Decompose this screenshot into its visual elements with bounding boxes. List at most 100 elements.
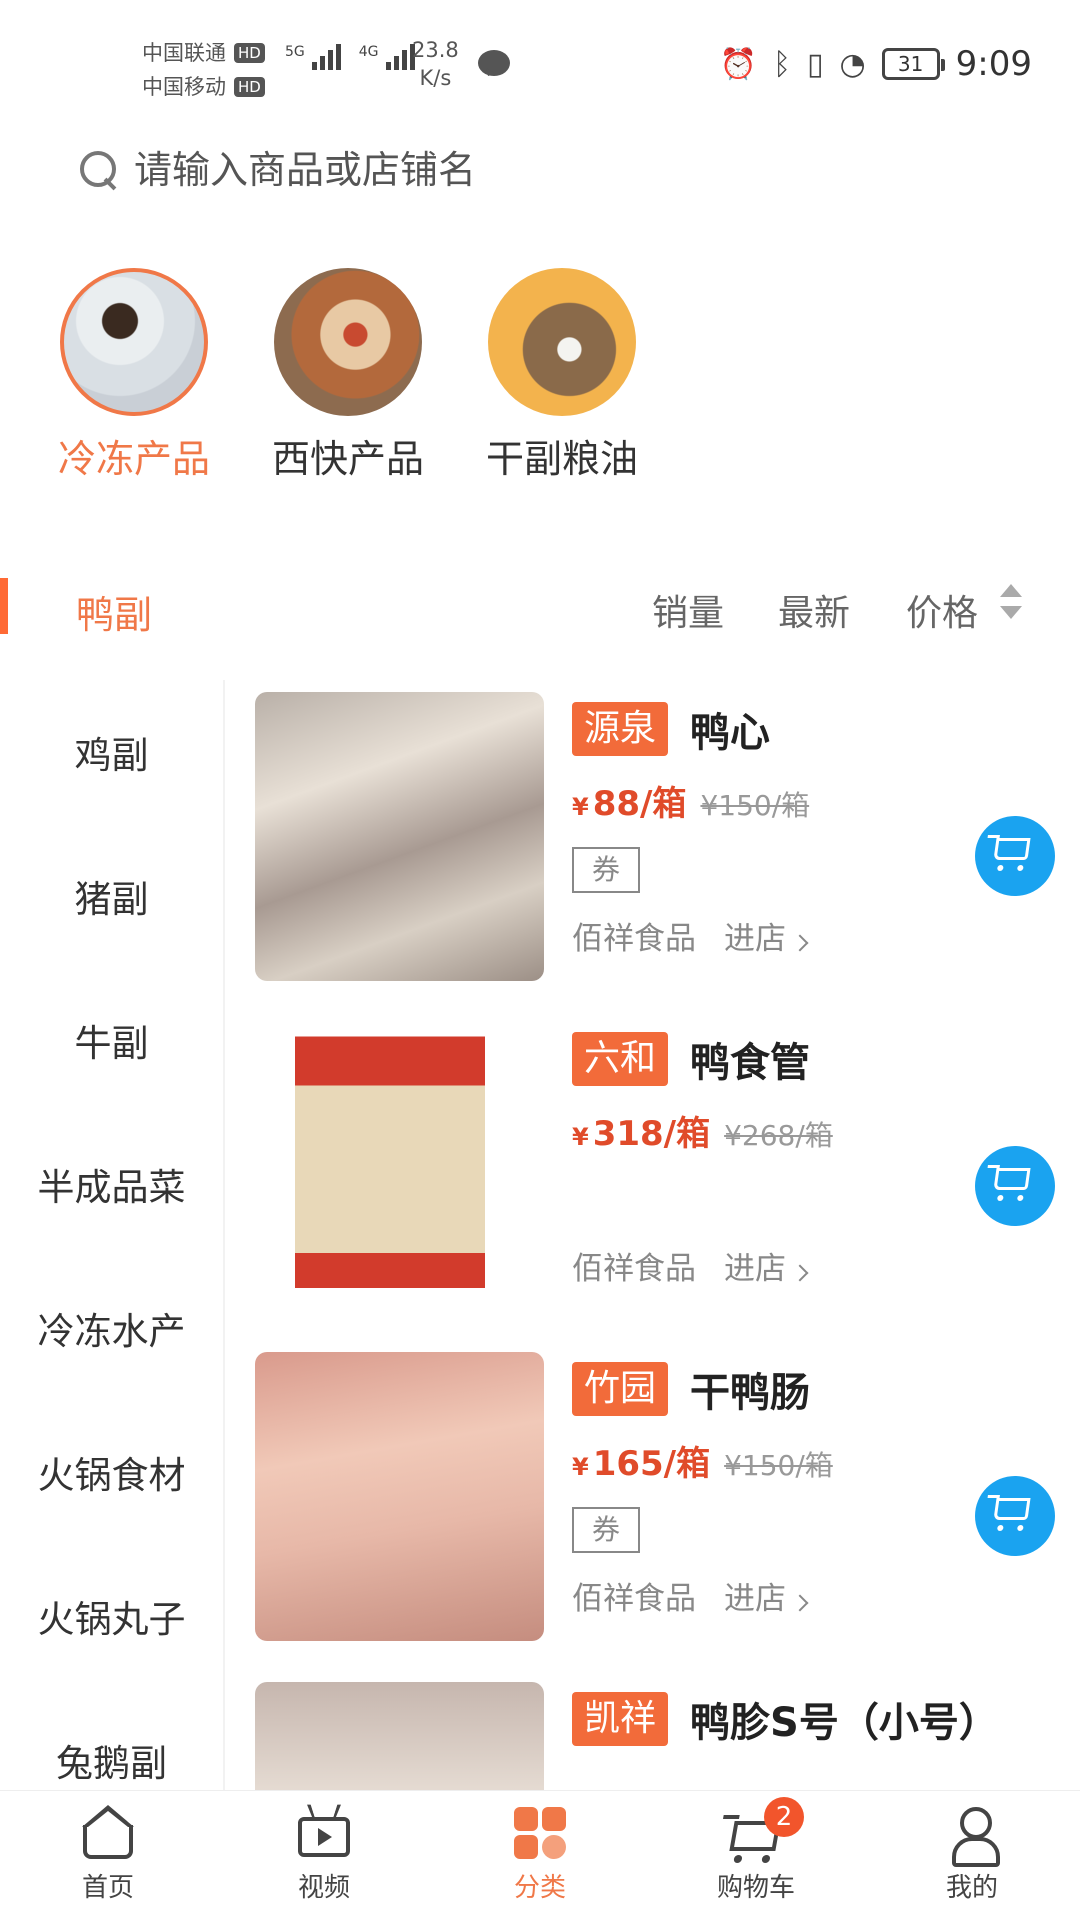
original-price: ¥150/箱 (724, 1449, 833, 1482)
shop-name[interactable]: 佰祥食品 (572, 913, 696, 958)
carrier-1: 中国联通 (142, 41, 226, 65)
sidebar-item-hotpot-ingredients[interactable]: 火锅食材 (0, 1400, 223, 1544)
search-icon (78, 149, 120, 191)
carrier-info: 中国联通 HD 中国移动 HD (142, 36, 265, 104)
add-to-cart-button[interactable] (975, 816, 1055, 896)
sidebar: 鸡副 猪副 牛副 半成品菜 冷冻水产 火锅食材 火锅丸子 兔鹅副 (0, 680, 225, 1790)
brand-tag: 源泉 (572, 702, 669, 756)
product-image[interactable] (295, 1022, 485, 1311)
chevron-right-icon (791, 1594, 809, 1612)
hd-badge: HD (234, 77, 265, 97)
coupon-badge[interactable]: 券 (572, 1507, 640, 1553)
sort-sales[interactable]: 销量 (652, 584, 724, 636)
product-price: ¥165/箱 (572, 1444, 711, 1484)
add-to-cart-button[interactable] (975, 1146, 1055, 1226)
coupon-badge[interactable]: 券 (572, 847, 640, 893)
dry-goods-category-image (488, 268, 636, 416)
product-name[interactable]: 鸭心 (690, 700, 770, 758)
product-card[interactable]: 凯祥 鸭胗S号（小号） (255, 1682, 1055, 1790)
sidebar-item-pork[interactable]: 猪副 (0, 824, 223, 968)
sidebar-item-beef[interactable]: 牛副 (0, 968, 223, 1112)
category-label: 西快产品 (272, 437, 425, 481)
product-list: 源泉 鸭心 ¥88/箱 ¥150/箱 券 佰祥食品 进店 六和 鸭食管 ¥318… (255, 692, 1055, 1790)
western-category-image (274, 268, 422, 416)
top-category-frozen[interactable]: 冷冻产品 (58, 268, 210, 483)
product-name[interactable]: 鸭食管 (690, 1030, 810, 1088)
bottom-nav: 首页 视频 分类 2 购物车 我的 (0, 1790, 1080, 1920)
tab-label: 首页 (81, 1873, 134, 1903)
sidebar-item-rabbit-goose[interactable]: 兔鹅副 (0, 1688, 223, 1790)
product-name[interactable]: 干鸭肠 (690, 1360, 810, 1418)
network-speed: 23.8 K/s (412, 38, 459, 90)
status-right: ⏰ ᛒ ▯ ◔ 31 9:09 (720, 44, 1032, 84)
sort-bar: 鸭副 销量 最新 价格 (0, 572, 1080, 642)
sidebar-item-hotpot-balls[interactable]: 火锅丸子 (0, 1544, 223, 1688)
product-card[interactable]: 源泉 鸭心 ¥88/箱 ¥150/箱 券 佰祥食品 进店 (255, 692, 1055, 1022)
sort-price[interactable]: 价格 (906, 584, 978, 636)
tab-home[interactable]: 首页 (0, 1791, 216, 1920)
top-category-list: 冷冻产品 西快产品 干副粮油 (58, 268, 638, 483)
original-price: ¥268/箱 (724, 1119, 833, 1152)
vibrate-icon: ▯ (806, 46, 824, 82)
search-bar[interactable] (78, 128, 1018, 212)
user-icon (942, 1805, 1002, 1867)
carrier-2: 中国移动 (142, 75, 226, 99)
battery-icon: 31 (881, 48, 945, 80)
enter-shop-link[interactable]: 进店 (724, 1573, 809, 1618)
cart-icon (993, 1498, 1031, 1520)
shop-name[interactable]: 佰祥食品 (572, 1573, 696, 1618)
message-icon (478, 50, 510, 76)
category-label: 冷冻产品 (58, 437, 211, 481)
sidebar-item-active[interactable]: 鸭副 (76, 584, 152, 639)
add-to-cart-button[interactable] (975, 1476, 1055, 1556)
product-card[interactable]: 竹园 干鸭肠 ¥165/箱 ¥150/箱 券 佰祥食品 进店 (255, 1352, 1055, 1682)
product-card[interactable]: 六和 鸭食管 ¥318/箱 ¥268/箱 佰祥食品 进店 (255, 1022, 1055, 1352)
enter-shop-link[interactable]: 进店 (724, 1243, 809, 1288)
tab-label: 我的 (945, 1873, 998, 1903)
product-image[interactable] (255, 1352, 544, 1641)
product-image[interactable] (255, 1682, 544, 1790)
brand-tag: 凯祥 (572, 1692, 669, 1746)
cart-count-badge: 2 (764, 1797, 804, 1837)
cart-icon (993, 838, 1031, 860)
signal-icons: 5G 4G (285, 44, 415, 70)
tab-label: 分类 (513, 1873, 566, 1903)
status-bar: 中国联通 HD 中国移动 HD 5G 4G 23.8 K/s ⏰ ᛒ ▯ ◔ 31 … (0, 0, 1080, 108)
tab-video[interactable]: 视频 (216, 1791, 432, 1920)
tv-icon (294, 1804, 354, 1861)
sort-arrows-icon[interactable] (1000, 578, 1024, 624)
tab-label: 视频 (297, 1873, 350, 1903)
search-input[interactable] (134, 148, 934, 192)
tab-category[interactable]: 分类 (432, 1791, 648, 1920)
enter-shop-link[interactable]: 进店 (724, 913, 809, 958)
shop-name[interactable]: 佰祥食品 (572, 1243, 696, 1288)
tab-cart[interactable]: 2 购物车 (648, 1791, 864, 1920)
top-category-western-fast[interactable]: 西快产品 (272, 268, 424, 483)
active-indicator (0, 578, 8, 634)
brand-tag: 六和 (572, 1032, 669, 1086)
gauge-icon: ◔ (839, 46, 866, 82)
frozen-category-image (60, 268, 208, 416)
top-category-dry-goods[interactable]: 干副粮油 (486, 268, 638, 483)
chevron-right-icon (791, 934, 809, 952)
sidebar-item-frozen-seafood[interactable]: 冷冻水产 (0, 1256, 223, 1400)
product-price: ¥88/箱 (572, 784, 687, 824)
chevron-right-icon (791, 1264, 809, 1282)
sort-newest[interactable]: 最新 (778, 584, 850, 636)
product-name[interactable]: 鸭胗S号（小号） (690, 1690, 999, 1748)
tab-mine[interactable]: 我的 (864, 1791, 1080, 1920)
sidebar-item-semi-finished[interactable]: 半成品菜 (0, 1112, 223, 1256)
signal-4g-icon: 4G (359, 44, 415, 70)
sidebar-item-chicken[interactable]: 鸡副 (0, 680, 223, 824)
brand-tag: 竹园 (572, 1362, 669, 1416)
category-label: 干副粮油 (486, 437, 639, 481)
bluetooth-icon: ᛒ (772, 46, 791, 82)
alarm-icon: ⏰ (719, 46, 757, 82)
product-image[interactable] (255, 692, 544, 981)
clock: 9:09 (955, 44, 1032, 84)
original-price: ¥150/箱 (700, 789, 810, 822)
tab-label: 购物车 (716, 1873, 795, 1903)
product-price: ¥318/箱 (572, 1114, 711, 1154)
category-grid-icon (510, 1805, 570, 1861)
signal-5g-icon: 5G (285, 44, 341, 70)
